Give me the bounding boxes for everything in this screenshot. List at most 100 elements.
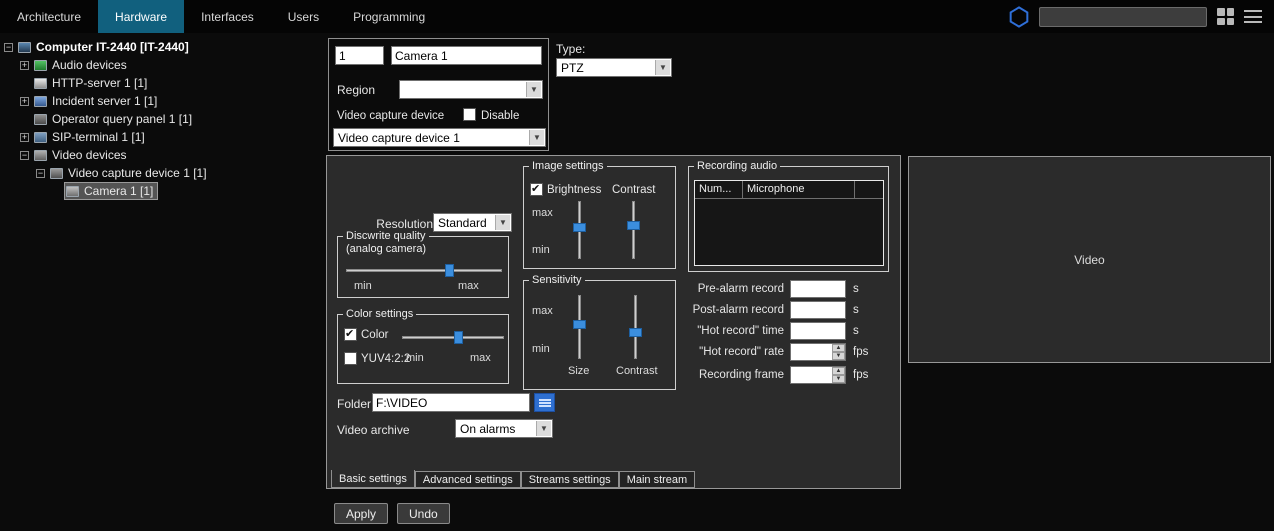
discwrite-quality-title: Discwrite quality (analog camera) (343, 230, 429, 256)
color-settings-group: Color settings Color YUV4:2:2 min max (337, 314, 509, 384)
capture-device-dropdown[interactable]: Video capture device 1 ▼ (333, 128, 546, 147)
recording-audio-table-header: Num...Microphone (695, 181, 883, 199)
chevron-down-icon: ▼ (526, 82, 541, 97)
sensitivity-size-slider[interactable] (572, 295, 587, 359)
region-label: Region (337, 83, 375, 97)
color-slider[interactable] (402, 330, 504, 345)
layout-grid-icon[interactable] (1217, 8, 1234, 25)
capture-device-value: Video capture device 1 (338, 131, 460, 145)
tree-item-http-server-1-1[interactable]: HTTP-server 1 [1] (0, 74, 322, 92)
column-header-num[interactable]: Num... (695, 181, 743, 198)
tree-item-incident-server-1-1[interactable]: + Incident server 1 [1] (0, 92, 322, 110)
expand-toggle[interactable]: + (20, 133, 29, 142)
collapse-toggle[interactable]: − (36, 169, 45, 178)
collapse-toggle[interactable]: − (20, 151, 29, 160)
region-dropdown[interactable]: ▼ (399, 80, 543, 99)
brand-hexagon-icon (1009, 6, 1029, 28)
audio-icon (34, 60, 47, 71)
slider-track (634, 295, 637, 359)
slider-thumb[interactable] (627, 221, 640, 230)
slider-thumb[interactable] (573, 223, 586, 232)
tree-item-computer-it-2440-it-2440[interactable]: −Computer IT-2440 [IT-2440] (0, 38, 322, 56)
record-field-row: Pre-alarm records (652, 280, 859, 298)
disable-checkbox[interactable] (463, 108, 476, 121)
sensitivity-contrast-slider[interactable] (628, 295, 643, 359)
field-label: Recording frame (652, 369, 784, 381)
menu-item-interfaces[interactable]: Interfaces (184, 0, 271, 33)
grid-square (1217, 18, 1225, 26)
contrast-slider[interactable] (626, 201, 641, 259)
collapse-toggle[interactable]: − (4, 43, 13, 52)
tree-item-sip-terminal-1-1[interactable]: +SIP-terminal 1 [1] (0, 128, 322, 146)
tab-basic-settings[interactable]: Basic settings (331, 470, 415, 488)
column-header-microphone[interactable]: Microphone (743, 181, 855, 198)
expand-toggle[interactable]: + (20, 97, 29, 106)
yuv422-checkbox[interactable] (344, 352, 357, 365)
folder-input[interactable] (372, 393, 530, 412)
slider-track (346, 269, 502, 272)
color-checkbox[interactable] (344, 328, 357, 341)
slider-thumb[interactable] (573, 320, 586, 329)
recording-audio-table[interactable]: Num...Microphone (694, 180, 884, 266)
pre-alarm-record-input[interactable] (790, 280, 846, 298)
expand-toggle[interactable]: + (20, 61, 29, 70)
field-unit: fps (853, 369, 868, 381)
menu-item-programming[interactable]: Programming (336, 0, 442, 33)
browse-folder-button[interactable] (534, 393, 555, 412)
video-archive-label: Video archive (337, 423, 410, 437)
field-input-wrap (790, 301, 846, 319)
brightness-slider[interactable] (572, 201, 587, 259)
tab-streams-settings[interactable]: Streams settings (521, 471, 619, 488)
tab-advanced-settings[interactable]: Advanced settings (415, 471, 521, 488)
settings-tabs: Basic settingsAdvanced settingsStreams s… (331, 470, 695, 488)
size-label: Size (568, 365, 589, 377)
menu-item-users[interactable]: Users (271, 0, 336, 33)
tree-item-label: Audio devices (52, 58, 127, 72)
tree-item-video-capture-device-1-1[interactable]: − Video capture device 1 [1] (0, 164, 322, 182)
type-dropdown[interactable]: PTZ ▼ (556, 58, 672, 77)
camera-name-input[interactable] (391, 46, 542, 65)
tree-item-video-devices[interactable]: −Video devices (0, 146, 322, 164)
spinner-buttons[interactable]: ▲▼ (832, 344, 845, 360)
record-field-row: "Hot record" rate▲▼fps (652, 343, 868, 361)
slider-thumb[interactable] (445, 264, 454, 277)
menubar-right (1009, 0, 1274, 33)
menu-item-hardware[interactable]: Hardware (98, 0, 184, 33)
undo-button[interactable]: Undo (397, 503, 450, 524)
tree-item-label: Incident server 1 [1] (52, 94, 157, 108)
resolution-dropdown[interactable]: Standard ▼ (433, 213, 512, 232)
tree-item-label: Operator query panel 1 [1] (52, 112, 192, 126)
slider-track (402, 336, 504, 339)
capture-icon (50, 168, 63, 179)
recording-audio-group: Recording audio Num...Microphone (688, 166, 889, 272)
disable-label: Disable (481, 110, 519, 122)
contrast-label: Contrast (612, 184, 655, 196)
operator-icon (34, 114, 47, 125)
post-alarm-record-input[interactable] (790, 301, 846, 319)
slider-thumb[interactable] (629, 328, 642, 337)
spinner-buttons[interactable]: ▲▼ (832, 367, 845, 383)
search-input[interactable] (1039, 7, 1207, 27)
image-settings-title: Image settings (529, 160, 607, 173)
tree-item-label: Video capture device 1 [1] (68, 166, 207, 180)
hot-record-time-input[interactable] (790, 322, 846, 340)
resolution-label: Resolution (357, 217, 433, 231)
tree-item-audio-devices[interactable]: + Audio devices (0, 56, 322, 74)
brightness-checkbox[interactable] (530, 183, 543, 196)
apply-button[interactable]: Apply (334, 503, 388, 524)
tree-item-operator-query-panel-1-1[interactable]: Operator query panel 1 [1] (0, 110, 322, 128)
tab-main-stream[interactable]: Main stream (619, 471, 696, 488)
video-preview-label: Video (1074, 253, 1104, 267)
video-archive-dropdown[interactable]: On alarms ▼ (455, 419, 553, 438)
brightness-label: Brightness (547, 184, 601, 196)
app-root: ArchitectureHardwareInterfacesUsersProgr… (0, 0, 1274, 531)
tree-item-camera-1-1[interactable]: Camera 1 [1] (0, 182, 322, 200)
menu-icon[interactable] (1244, 10, 1262, 23)
min-label: min (532, 244, 550, 256)
slider-thumb[interactable] (454, 331, 463, 344)
menu-item-architecture[interactable]: Architecture (0, 0, 98, 33)
camera-id-input[interactable] (335, 46, 384, 65)
discwrite-quality-slider[interactable] (346, 263, 502, 278)
incident-icon (34, 96, 47, 107)
resolution-value: Standard (438, 216, 487, 230)
